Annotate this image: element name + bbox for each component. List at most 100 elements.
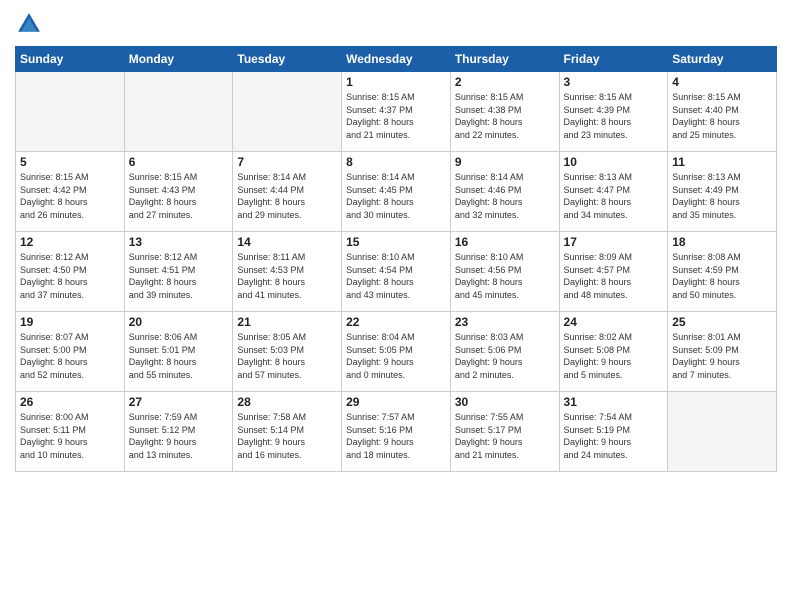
day-info: Sunrise: 8:14 AM Sunset: 4:45 PM Dayligh… xyxy=(346,171,446,221)
day-number: 24 xyxy=(564,315,664,329)
day-info: Sunrise: 7:59 AM Sunset: 5:12 PM Dayligh… xyxy=(129,411,229,461)
calendar-cell: 26 Sunrise: 8:00 AM Sunset: 5:11 PM Dayli… xyxy=(16,392,125,472)
day-number: 5 xyxy=(20,155,120,169)
day-number: 14 xyxy=(237,235,337,249)
weekday-header: Friday xyxy=(559,47,668,72)
day-number: 19 xyxy=(20,315,120,329)
day-info: Sunrise: 8:15 AM Sunset: 4:40 PM Dayligh… xyxy=(672,91,772,141)
day-number: 6 xyxy=(129,155,229,169)
calendar-cell: 21 Sunrise: 8:05 AM Sunset: 5:03 PM Dayli… xyxy=(233,312,342,392)
day-number: 1 xyxy=(346,75,446,89)
day-info: Sunrise: 8:15 AM Sunset: 4:43 PM Dayligh… xyxy=(129,171,229,221)
day-info: Sunrise: 8:07 AM Sunset: 5:00 PM Dayligh… xyxy=(20,331,120,381)
day-info: Sunrise: 8:15 AM Sunset: 4:39 PM Dayligh… xyxy=(564,91,664,141)
day-info: Sunrise: 8:13 AM Sunset: 4:47 PM Dayligh… xyxy=(564,171,664,221)
weekday-header: Wednesday xyxy=(342,47,451,72)
day-info: Sunrise: 7:57 AM Sunset: 5:16 PM Dayligh… xyxy=(346,411,446,461)
day-number: 13 xyxy=(129,235,229,249)
day-info: Sunrise: 7:54 AM Sunset: 5:19 PM Dayligh… xyxy=(564,411,664,461)
calendar-week-row: 5 Sunrise: 8:15 AM Sunset: 4:42 PM Daylig… xyxy=(16,152,777,232)
day-info: Sunrise: 8:02 AM Sunset: 5:08 PM Dayligh… xyxy=(564,331,664,381)
weekday-header: Saturday xyxy=(668,47,777,72)
calendar-cell: 6 Sunrise: 8:15 AM Sunset: 4:43 PM Daylig… xyxy=(124,152,233,232)
day-number: 9 xyxy=(455,155,555,169)
day-info: Sunrise: 8:11 AM Sunset: 4:53 PM Dayligh… xyxy=(237,251,337,301)
day-info: Sunrise: 8:10 AM Sunset: 4:56 PM Dayligh… xyxy=(455,251,555,301)
calendar-cell: 30Sunrise: 7:55 AM Sunset: 5:17 PM Dayli… xyxy=(450,392,559,472)
day-number: 23 xyxy=(455,315,555,329)
day-info: Sunrise: 8:15 AM Sunset: 4:42 PM Dayligh… xyxy=(20,171,120,221)
day-info: Sunrise: 8:12 AM Sunset: 4:51 PM Dayligh… xyxy=(129,251,229,301)
calendar-cell: 10Sunrise: 8:13 AM Sunset: 4:47 PM Dayli… xyxy=(559,152,668,232)
day-number: 27 xyxy=(129,395,229,409)
day-number: 26 xyxy=(20,395,120,409)
main-container: SundayMondayTuesdayWednesdayThursdayFrid… xyxy=(0,0,792,482)
calendar-week-row: 1 Sunrise: 8:15 AM Sunset: 4:37 PM Daylig… xyxy=(16,72,777,152)
calendar-cell: 25Sunrise: 8:01 AM Sunset: 5:09 PM Dayli… xyxy=(668,312,777,392)
logo-icon xyxy=(15,10,43,38)
calendar-cell: 27 Sunrise: 7:59 AM Sunset: 5:12 PM Dayli… xyxy=(124,392,233,472)
day-number: 22 xyxy=(346,315,446,329)
logo xyxy=(15,10,47,38)
calendar-cell: 31 Sunrise: 7:54 AM Sunset: 5:19 PM Dayli… xyxy=(559,392,668,472)
day-info: Sunrise: 7:58 AM Sunset: 5:14 PM Dayligh… xyxy=(237,411,337,461)
calendar-cell: 16 Sunrise: 8:10 AM Sunset: 4:56 PM Dayli… xyxy=(450,232,559,312)
weekday-header: Tuesday xyxy=(233,47,342,72)
calendar-cell xyxy=(668,392,777,472)
calendar-week-row: 19 Sunrise: 8:07 AM Sunset: 5:00 PM Dayli… xyxy=(16,312,777,392)
calendar-cell: 9 Sunrise: 8:14 AM Sunset: 4:46 PM Daylig… xyxy=(450,152,559,232)
day-number: 25 xyxy=(672,315,772,329)
day-number: 21 xyxy=(237,315,337,329)
day-info: Sunrise: 8:12 AM Sunset: 4:50 PM Dayligh… xyxy=(20,251,120,301)
day-info: Sunrise: 8:13 AM Sunset: 4:49 PM Dayligh… xyxy=(672,171,772,221)
day-info: Sunrise: 8:15 AM Sunset: 4:37 PM Dayligh… xyxy=(346,91,446,141)
day-number: 17 xyxy=(564,235,664,249)
day-info: Sunrise: 8:15 AM Sunset: 4:38 PM Dayligh… xyxy=(455,91,555,141)
calendar-cell: 11 Sunrise: 8:13 AM Sunset: 4:49 PM Dayli… xyxy=(668,152,777,232)
weekday-header: Monday xyxy=(124,47,233,72)
calendar-table: SundayMondayTuesdayWednesdayThursdayFrid… xyxy=(15,46,777,472)
day-info: Sunrise: 8:03 AM Sunset: 5:06 PM Dayligh… xyxy=(455,331,555,381)
day-info: Sunrise: 8:10 AM Sunset: 4:54 PM Dayligh… xyxy=(346,251,446,301)
day-number: 15 xyxy=(346,235,446,249)
weekday-header-row: SundayMondayTuesdayWednesdayThursdayFrid… xyxy=(16,47,777,72)
calendar-cell: 22Sunrise: 8:04 AM Sunset: 5:05 PM Dayli… xyxy=(342,312,451,392)
day-info: Sunrise: 8:06 AM Sunset: 5:01 PM Dayligh… xyxy=(129,331,229,381)
calendar-cell: 8 Sunrise: 8:14 AM Sunset: 4:45 PM Daylig… xyxy=(342,152,451,232)
day-number: 7 xyxy=(237,155,337,169)
calendar-cell: 12 Sunrise: 8:12 AM Sunset: 4:50 PM Dayli… xyxy=(16,232,125,312)
calendar-cell: 3 Sunrise: 8:15 AM Sunset: 4:39 PM Daylig… xyxy=(559,72,668,152)
calendar-week-row: 12 Sunrise: 8:12 AM Sunset: 4:50 PM Dayli… xyxy=(16,232,777,312)
calendar-cell: 24 Sunrise: 8:02 AM Sunset: 5:08 PM Dayli… xyxy=(559,312,668,392)
calendar-cell xyxy=(16,72,125,152)
calendar-cell: 14 Sunrise: 8:11 AM Sunset: 4:53 PM Dayli… xyxy=(233,232,342,312)
header xyxy=(15,10,777,38)
day-number: 8 xyxy=(346,155,446,169)
calendar-cell: 19 Sunrise: 8:07 AM Sunset: 5:00 PM Dayli… xyxy=(16,312,125,392)
calendar-cell: 4 Sunrise: 8:15 AM Sunset: 4:40 PM Daylig… xyxy=(668,72,777,152)
calendar-cell: 13 Sunrise: 8:12 AM Sunset: 4:51 PM Dayli… xyxy=(124,232,233,312)
calendar-cell: 20 Sunrise: 8:06 AM Sunset: 5:01 PM Dayli… xyxy=(124,312,233,392)
day-number: 12 xyxy=(20,235,120,249)
calendar-cell: 17Sunrise: 8:09 AM Sunset: 4:57 PM Dayli… xyxy=(559,232,668,312)
day-number: 18 xyxy=(672,235,772,249)
day-number: 4 xyxy=(672,75,772,89)
day-info: Sunrise: 8:08 AM Sunset: 4:59 PM Dayligh… xyxy=(672,251,772,301)
day-info: Sunrise: 7:55 AM Sunset: 5:17 PM Dayligh… xyxy=(455,411,555,461)
calendar-cell: 7Sunrise: 8:14 AM Sunset: 4:44 PM Daylig… xyxy=(233,152,342,232)
calendar-cell: 28Sunrise: 7:58 AM Sunset: 5:14 PM Dayli… xyxy=(233,392,342,472)
calendar-cell xyxy=(233,72,342,152)
day-info: Sunrise: 8:05 AM Sunset: 5:03 PM Dayligh… xyxy=(237,331,337,381)
day-number: 11 xyxy=(672,155,772,169)
day-number: 16 xyxy=(455,235,555,249)
day-number: 2 xyxy=(455,75,555,89)
calendar-cell: 15 Sunrise: 8:10 AM Sunset: 4:54 PM Dayli… xyxy=(342,232,451,312)
day-number: 20 xyxy=(129,315,229,329)
calendar-week-row: 26 Sunrise: 8:00 AM Sunset: 5:11 PM Dayli… xyxy=(16,392,777,472)
weekday-header: Sunday xyxy=(16,47,125,72)
calendar-cell xyxy=(124,72,233,152)
day-number: 31 xyxy=(564,395,664,409)
day-number: 3 xyxy=(564,75,664,89)
day-info: Sunrise: 8:00 AM Sunset: 5:11 PM Dayligh… xyxy=(20,411,120,461)
day-info: Sunrise: 8:14 AM Sunset: 4:46 PM Dayligh… xyxy=(455,171,555,221)
